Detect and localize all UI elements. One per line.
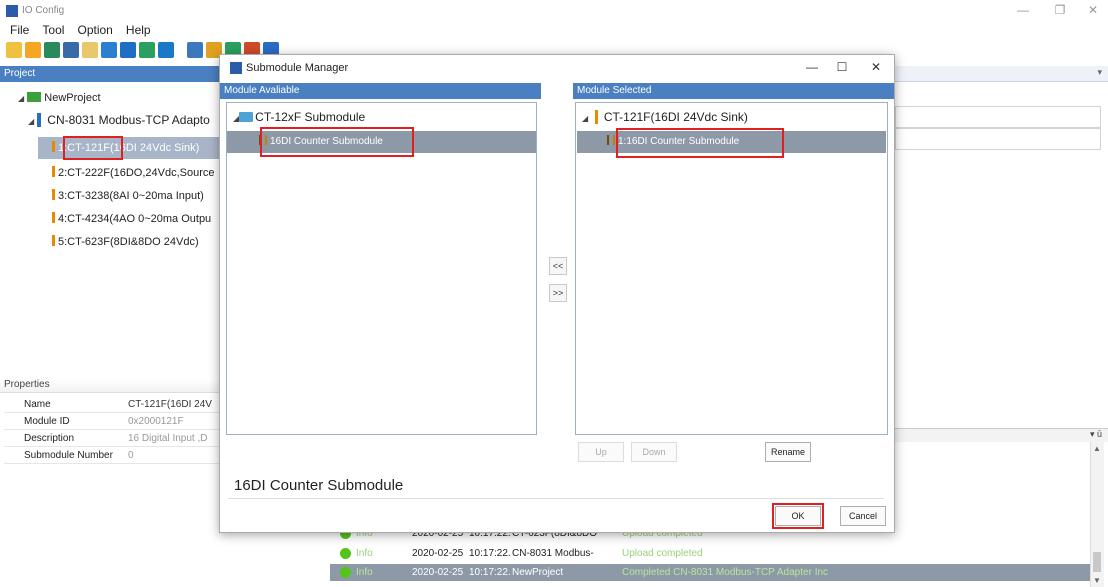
rename-button[interactable]: Rename	[765, 442, 811, 462]
save-icon[interactable]	[44, 42, 60, 58]
property-row: Description 16 Digital Input ,D	[4, 430, 230, 447]
property-row: Submodule Number 0	[4, 447, 230, 464]
dropdown-icon[interactable]: ▾	[1097, 67, 1102, 78]
selected-item-red-highlight	[616, 128, 784, 158]
dialog-maximize-icon[interactable]: ☐	[834, 60, 850, 74]
pin-icon[interactable]: ▾ ū	[1090, 429, 1102, 440]
home-icon[interactable]	[6, 42, 22, 58]
menu-tool[interactable]: Tool	[42, 23, 64, 37]
folder-icon	[239, 112, 254, 122]
move-left-button[interactable]: <<	[549, 257, 567, 275]
available-item-red-highlight	[260, 127, 414, 157]
tree-module-1-red-highlight	[63, 136, 123, 160]
dialog-minimize-icon[interactable]: —	[804, 60, 820, 74]
right-panel-row	[895, 106, 1101, 128]
available-group[interactable]: ◢ CT-12xF Submodule	[233, 110, 365, 124]
submodule-icon	[607, 135, 615, 145]
dialog-close-icon[interactable]: ✕	[868, 60, 884, 74]
tree-adapter[interactable]: ◢ CN-8031 Modbus-TCP Adapto	[28, 113, 210, 127]
dialog-app-icon	[230, 62, 242, 74]
app-icon	[6, 5, 18, 17]
module-icon	[52, 189, 55, 200]
info-icon[interactable]	[158, 42, 174, 58]
cancel-button[interactable]: Cancel	[840, 506, 886, 526]
dialog-title: Submodule Manager	[246, 62, 349, 74]
app-title: IO Config	[22, 5, 65, 16]
tree-module-2[interactable]: 2:CT-222F(16DO,24Vdc,Source	[52, 166, 215, 179]
download-icon[interactable]	[120, 42, 136, 58]
properties-table: Name CT-121F(16DI 24V Module ID 0x200012…	[4, 396, 230, 464]
save-as-icon[interactable]	[63, 42, 79, 58]
tree-module-5[interactable]: 5:CT-623F(8DI&8DO 24Vdc)	[52, 235, 199, 248]
minimize-icon[interactable]: —	[1015, 3, 1031, 17]
log-row-selected[interactable]: Info 2020-02-25 10:17:22. NewProject Com…	[330, 564, 1090, 581]
search-icon[interactable]	[101, 42, 117, 58]
project-icon	[27, 92, 42, 102]
submodule-manager-dialog: Submodule Manager — ☐ ✕ Module Avaliable…	[219, 54, 895, 533]
ok-button-red-highlight	[772, 503, 824, 529]
menu-file[interactable]: File	[10, 23, 29, 37]
tree-module-3[interactable]: 3:CT-3238(8AI 0~20ma Input)	[52, 189, 204, 202]
tree-root[interactable]: ◢ NewProject	[18, 92, 101, 104]
open-folder-icon[interactable]	[25, 42, 41, 58]
status-dot-icon	[340, 567, 351, 578]
module-icon[interactable]	[187, 42, 203, 58]
log-row[interactable]: Info 2020-02-25 10:17:22. CN-8031 Modbus…	[330, 545, 1090, 562]
selected-header: Module Selected	[573, 83, 894, 99]
status-dot-icon	[340, 548, 351, 559]
right-panel-header: ▾	[895, 66, 1108, 82]
settings-icon[interactable]	[82, 42, 98, 58]
right-panel-row	[895, 128, 1101, 150]
module-icon	[594, 110, 598, 124]
project-tree: ◢ NewProject ◢ CN-8031 Modbus-TCP Adapto…	[0, 82, 225, 372]
property-row: Module ID 0x2000121F	[4, 413, 230, 430]
submodule-name-field[interactable]: 16DI Counter Submodule	[228, 475, 884, 499]
maximize-icon[interactable]: ❐	[1052, 3, 1068, 17]
properties-header: Properties	[0, 379, 230, 393]
menu-help[interactable]: Help	[126, 23, 151, 37]
log-panel-header: ▾ ū	[895, 428, 1108, 442]
selected-group[interactable]: ◢ CT-121F(16DI 24Vdc Sink)	[582, 110, 748, 124]
module-icon	[52, 141, 55, 152]
app-titlebar: IO Config — ❐ ✕	[0, 0, 1108, 22]
dialog-titlebar: Submodule Manager — ☐ ✕	[220, 55, 894, 81]
menu-bar: File Tool Option Help	[0, 23, 151, 41]
module-icon	[52, 212, 55, 223]
module-icon	[52, 166, 55, 177]
module-icon	[52, 235, 55, 246]
menu-option[interactable]: Option	[77, 23, 112, 37]
scroll-up-icon[interactable]: ▲	[1093, 444, 1101, 453]
tree-module-4[interactable]: 4:CT-4234(4AO 0~20ma Outpu	[52, 212, 211, 225]
up-button[interactable]: Up	[578, 442, 624, 462]
stop-icon[interactable]	[139, 42, 155, 58]
adapter-icon	[37, 113, 42, 127]
property-row: Name CT-121F(16DI 24V	[4, 396, 230, 413]
move-right-button[interactable]: >>	[549, 284, 567, 302]
close-icon[interactable]: ✕	[1085, 3, 1101, 17]
down-button[interactable]: Down	[631, 442, 677, 462]
available-header: Module Avaliable	[220, 83, 541, 99]
